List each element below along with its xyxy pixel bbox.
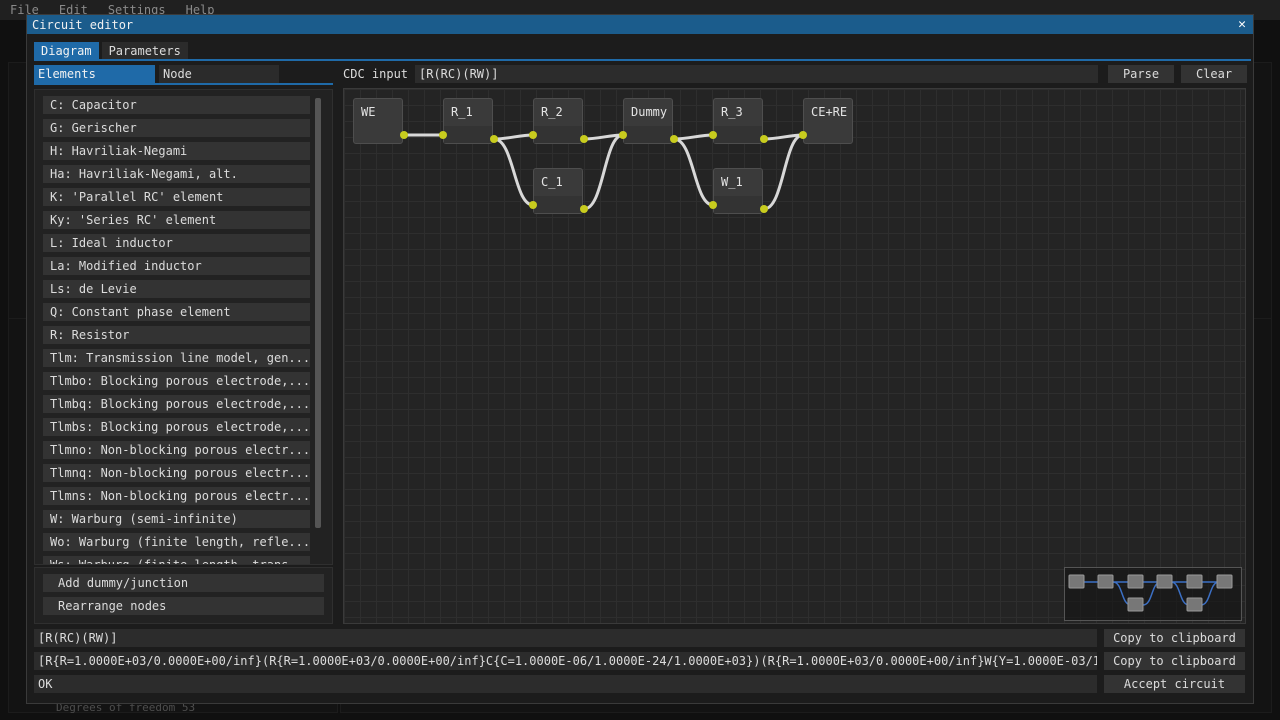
element-item-parallel-rc[interactable]: K: 'Parallel RC' element (43, 188, 310, 206)
tab-parameters[interactable]: Parameters (101, 42, 188, 60)
elements-list: C: Capacitor G: Gerischer H: Havriliak-N… (43, 96, 310, 564)
cdc-input-row: CDC input [R(RC)(RW)] Parse Clear (343, 65, 1249, 84)
port-dummy-in[interactable] (619, 131, 627, 139)
element-item-tlmno[interactable]: Tlmno: Non-blocking porous electr... (43, 441, 310, 459)
close-icon[interactable]: ✕ (1235, 17, 1249, 32)
port-c1-out[interactable] (580, 205, 588, 213)
tab-underline (34, 59, 1251, 61)
port-c1-in[interactable] (529, 201, 537, 209)
element-item-tlmbo[interactable]: Tlmbo: Blocking porous electrode,... (43, 372, 310, 390)
minimap-drawing (1068, 574, 1233, 612)
element-item-series-rc[interactable]: Ky: 'Series RC' element (43, 211, 310, 229)
dialog-title: Circuit editor (32, 17, 134, 32)
sub-tab-underline (34, 83, 333, 85)
dialog-title-bar[interactable]: Circuit editor ✕ (27, 15, 1253, 34)
minimap-node (1068, 574, 1085, 589)
element-item-warburg[interactable]: W: Warburg (semi-infinite) (43, 510, 310, 528)
cdc-input-label: CDC input (343, 67, 409, 81)
port-cere-in[interactable] (799, 131, 807, 139)
accept-circuit-button[interactable]: Accept circuit (1104, 675, 1245, 693)
tab-diagram[interactable]: Diagram (34, 42, 99, 60)
circuit-diagram-canvas[interactable]: WE R_1 R_2 C_1 Dummy R_3 W_1 CE+RE (343, 88, 1246, 624)
element-item-tlmnq[interactable]: Tlmnq: Non-blocking porous electr... (43, 464, 310, 482)
element-item-resistor[interactable]: R: Resistor (43, 326, 310, 344)
port-layer (400, 131, 807, 213)
minimap-node (1127, 597, 1144, 612)
minimap-node (1156, 574, 1173, 589)
elements-list-panel: C: Capacitor G: Gerischer H: Havriliak-N… (34, 89, 333, 565)
port-we-out[interactable] (400, 131, 408, 139)
port-r3-in[interactable] (709, 131, 717, 139)
element-item-tlmbq[interactable]: Tlmbq: Blocking porous electrode,... (43, 395, 310, 413)
copy-cdc-full-button[interactable]: Copy to clipboard (1104, 652, 1245, 670)
rearrange-nodes-button[interactable]: Rearrange nodes (43, 597, 324, 615)
port-w1-out[interactable] (760, 205, 768, 213)
element-item-tlmns[interactable]: Tlmns: Non-blocking porous electr... (43, 487, 310, 505)
clear-button[interactable]: Clear (1181, 65, 1247, 83)
circuit-editor-dialog: Circuit editor ✕ Diagram Parameters Elem… (26, 14, 1254, 704)
minimap-node (1216, 574, 1233, 589)
element-item-warburg-short[interactable]: Ws: Warburg (finite length, trans... (43, 556, 310, 564)
element-item-tlm[interactable]: Tlm: Transmission line model, gen... (43, 349, 310, 367)
element-item-gerischer[interactable]: G: Gerischer (43, 119, 310, 137)
main-tab-bar: Diagram Parameters (34, 42, 188, 60)
copy-cdc-short-button[interactable]: Copy to clipboard (1104, 629, 1245, 647)
element-item-havriliak-negami-alt[interactable]: Ha: Havriliak-Negami, alt. (43, 165, 310, 183)
element-item-ideal-inductor[interactable]: L: Ideal inductor (43, 234, 310, 252)
cdc-input-field[interactable]: [R(RC)(RW)] (415, 65, 1098, 83)
left-pane: Elements Node C: Capacitor G: Gerischer … (34, 65, 333, 624)
element-item-capacitor[interactable]: C: Capacitor (43, 96, 310, 114)
port-w1-in[interactable] (709, 201, 717, 209)
element-item-warburg-open[interactable]: Wo: Warburg (finite length, refle... (43, 533, 310, 551)
minimap-node (1127, 574, 1144, 589)
minimap-node (1186, 574, 1203, 589)
port-dummy-out[interactable] (670, 135, 678, 143)
port-r2-out[interactable] (580, 135, 588, 143)
port-r1-in[interactable] (439, 131, 447, 139)
add-dummy-button[interactable]: Add dummy/junction (43, 574, 324, 592)
port-r1-out[interactable] (490, 135, 498, 143)
node-actions-panel: Add dummy/junction Rearrange nodes (34, 567, 333, 624)
tab-node[interactable]: Node (159, 65, 279, 83)
minimap-node (1186, 597, 1203, 612)
element-item-tlmbs[interactable]: Tlmbs: Blocking porous electrode,... (43, 418, 310, 436)
port-r3-out[interactable] (760, 135, 768, 143)
diagram-minimap[interactable] (1064, 567, 1242, 621)
element-item-modified-inductor[interactable]: La: Modified inductor (43, 257, 310, 275)
element-item-constant-phase[interactable]: Q: Constant phase element (43, 303, 310, 321)
status-field: OK (34, 675, 1097, 693)
sub-tab-bar: Elements Node (34, 65, 333, 83)
elements-scrollbar[interactable] (315, 98, 321, 528)
element-item-de-levie[interactable]: Ls: de Levie (43, 280, 310, 298)
cdc-full-output[interactable]: [R{R=1.0000E+03/0.0000E+00/inf}(R{R=1.00… (34, 652, 1097, 670)
minimap-node (1097, 574, 1114, 589)
element-item-havriliak-negami[interactable]: H: Havriliak-Negami (43, 142, 310, 160)
port-r2-in[interactable] (529, 131, 537, 139)
parse-button[interactable]: Parse (1108, 65, 1174, 83)
tab-elements[interactable]: Elements (34, 65, 155, 83)
cdc-short-output[interactable]: [R(RC)(RW)] (34, 629, 1097, 647)
